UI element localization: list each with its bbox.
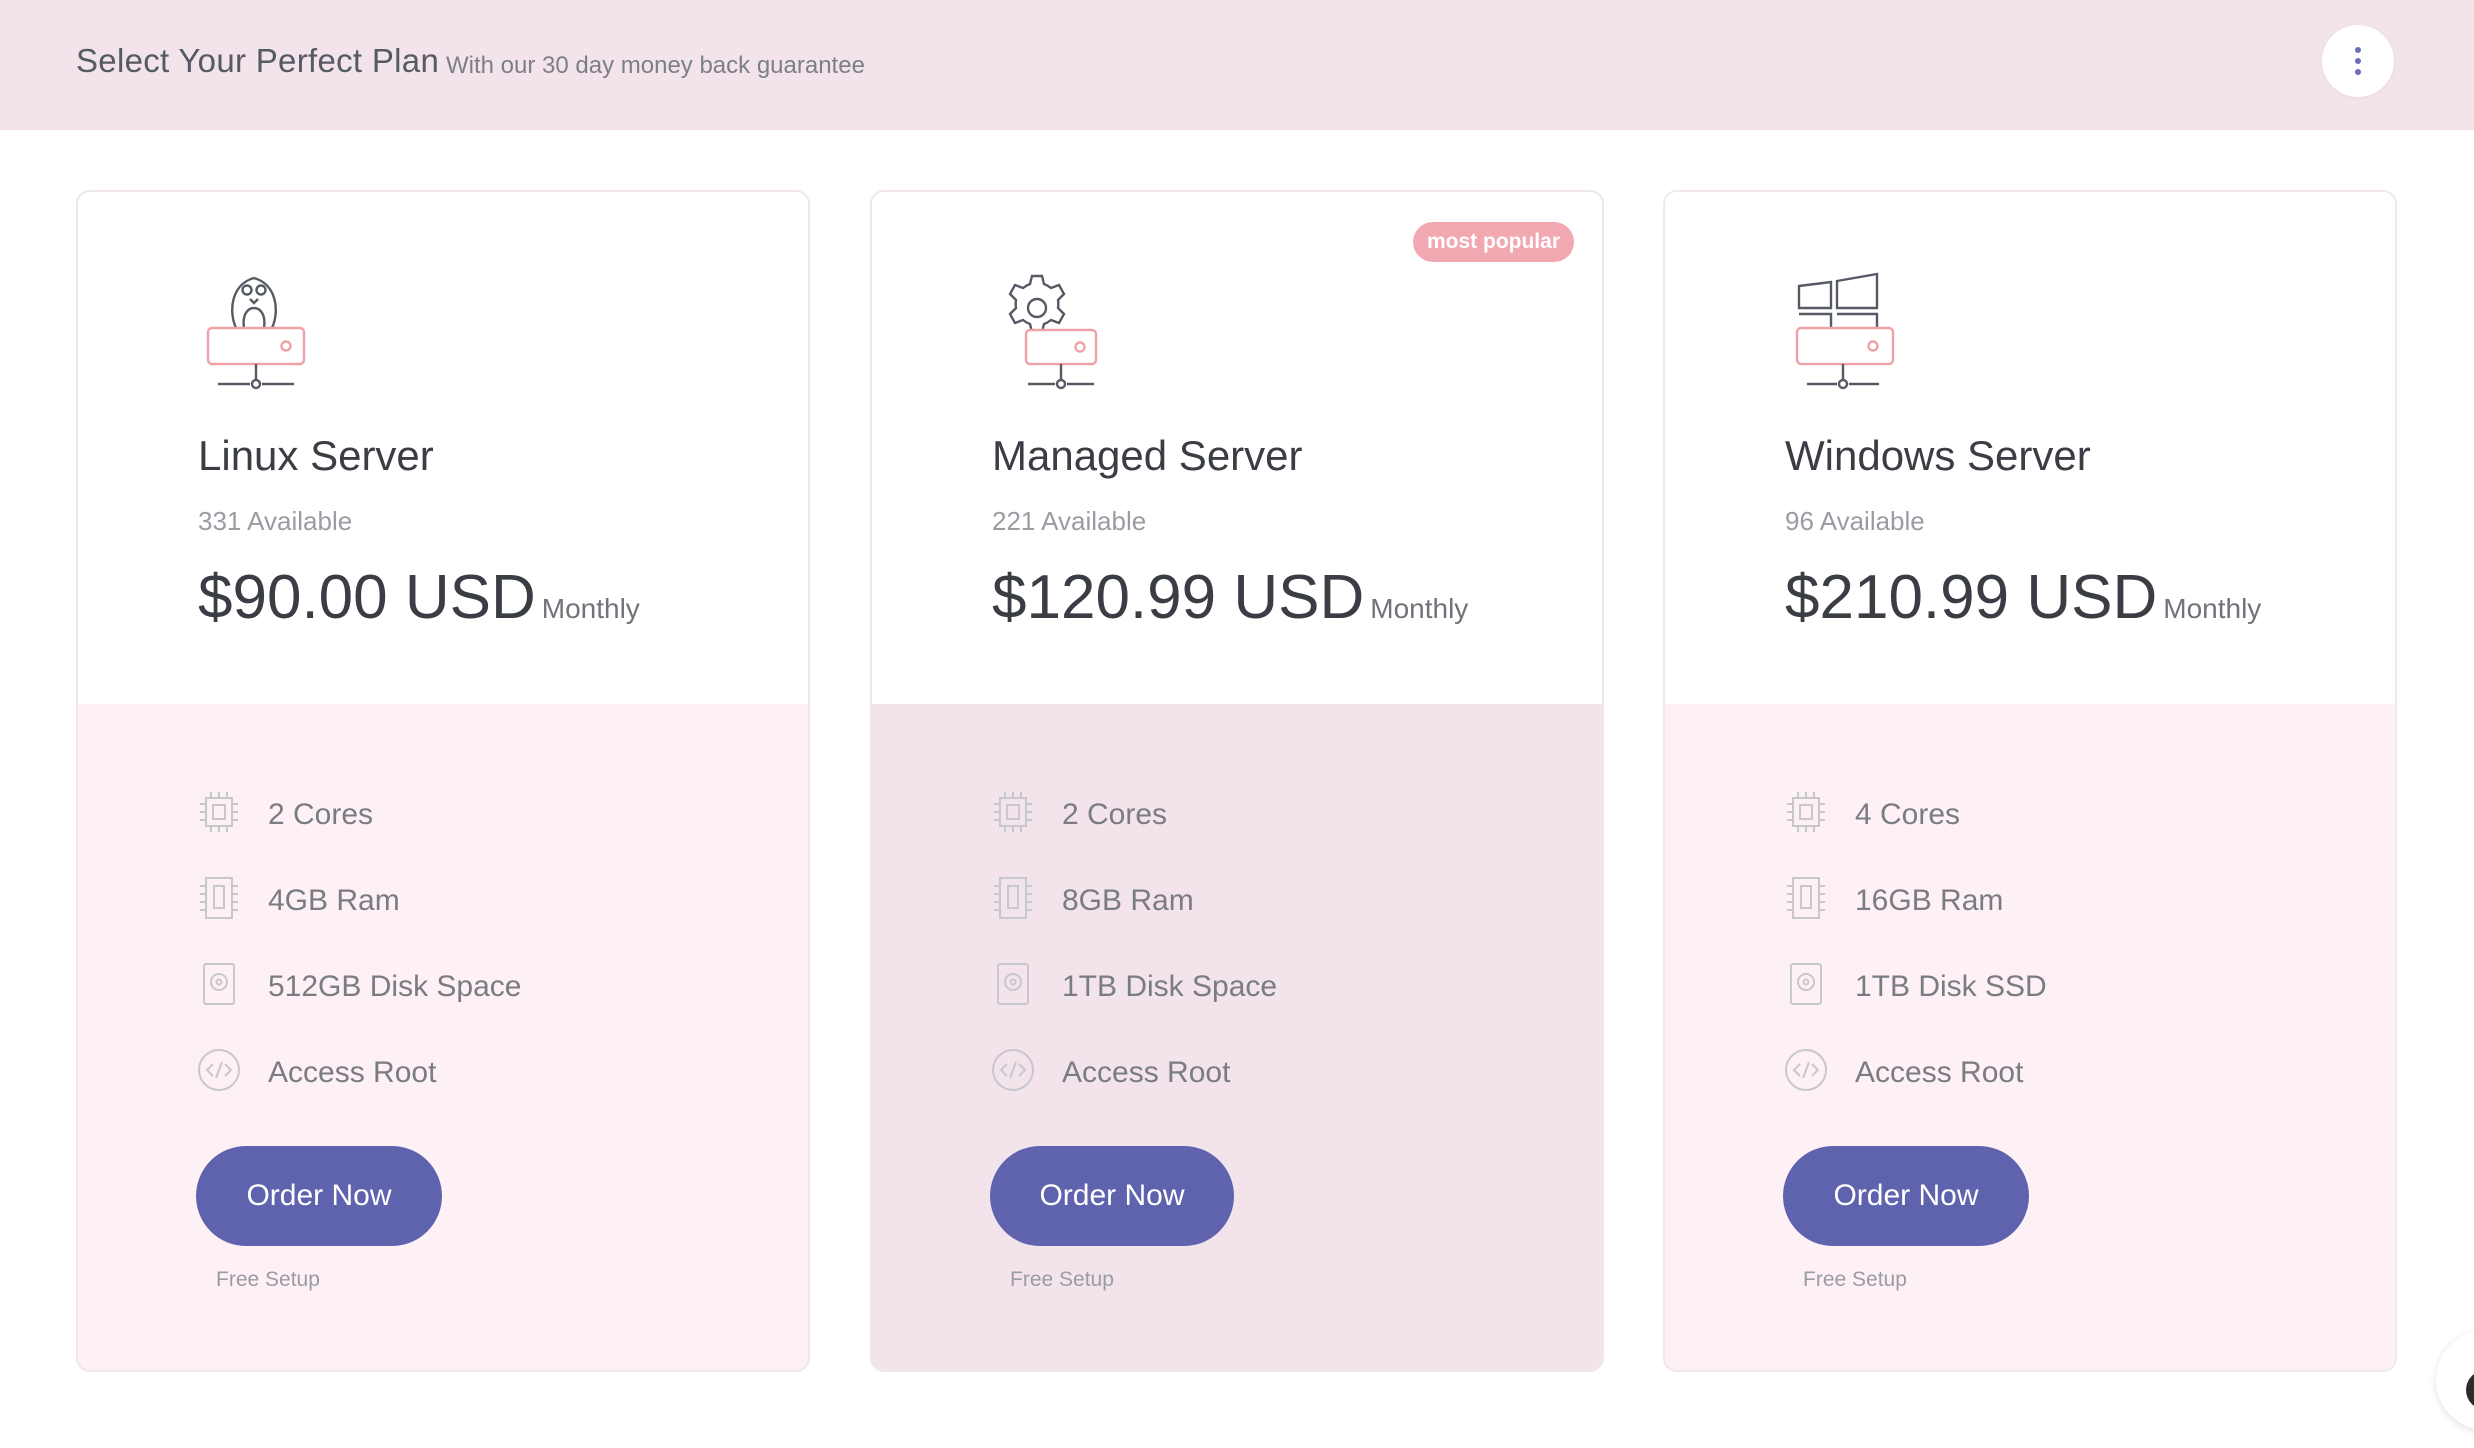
feature-label: 512GB Disk Space bbox=[268, 970, 522, 1003]
billing-period: Monthly bbox=[2163, 593, 2262, 624]
feature-label: 2 Cores bbox=[268, 798, 374, 831]
page-subtitle: With our 30 day money back guarantee bbox=[446, 52, 865, 79]
price: $210.99 USD bbox=[1785, 563, 2158, 632]
chat-launcher-button[interactable] bbox=[2436, 1330, 2474, 1430]
ram-icon bbox=[994, 877, 1032, 919]
billing-period: Monthly bbox=[1370, 593, 1469, 624]
free-setup-note: Free Setup bbox=[1010, 1268, 1114, 1291]
price: $120.99 USD bbox=[992, 563, 1365, 632]
page-header: Select Your Perfect Plan With our 30 day… bbox=[0, 0, 2474, 130]
price-row: $90.00 USD Monthly bbox=[198, 562, 640, 633]
plan-name: Linux Server bbox=[198, 432, 434, 479]
plan-card-header: Linux Server 331 Available $90.00 USD Mon… bbox=[78, 192, 808, 704]
availability-count: 331 Available bbox=[198, 506, 353, 536]
availability-count: 221 Available bbox=[992, 506, 1147, 536]
billing-period: Monthly bbox=[541, 593, 640, 624]
feature-label: 2 Cores bbox=[1062, 798, 1168, 831]
plan-card-windows: Windows Server 96 Available $210.99 USD M… bbox=[1663, 190, 2397, 1372]
kebab-dot bbox=[2355, 69, 2361, 75]
disk-icon bbox=[1790, 963, 1822, 1005]
linux-server-icon bbox=[206, 276, 306, 390]
price-row: $120.99 USD Monthly bbox=[992, 562, 1468, 633]
plan-name: Windows Server bbox=[1785, 432, 2091, 479]
feature-label: Access Root bbox=[1855, 1056, 2024, 1089]
most-popular-badge: most popular bbox=[1412, 222, 1574, 262]
disk-icon bbox=[997, 963, 1029, 1005]
disk-icon bbox=[203, 963, 235, 1005]
kebab-dot bbox=[2355, 58, 2361, 64]
order-now-button[interactable]: Order Now bbox=[990, 1146, 1234, 1246]
feature-label: 8GB Ram bbox=[1062, 884, 1194, 917]
plan-card-linux: Linux Server 331 Available $90.00 USD Mon… bbox=[76, 190, 810, 1372]
availability-count: 96 Available bbox=[1785, 506, 1925, 536]
feature-label: 4 Cores bbox=[1855, 798, 1961, 831]
cpu-icon bbox=[994, 792, 1032, 832]
more-options-button[interactable] bbox=[2322, 25, 2394, 97]
managed-server-icon bbox=[1008, 274, 1098, 390]
plan-card-header: Windows Server 96 Available $210.99 USD M… bbox=[1665, 192, 2395, 704]
ram-icon bbox=[200, 877, 238, 919]
order-now-button[interactable]: Order Now bbox=[1783, 1146, 2029, 1246]
feature-label: 4GB Ram bbox=[268, 884, 400, 917]
code-icon bbox=[198, 1049, 240, 1091]
ram-icon bbox=[1787, 877, 1825, 919]
plan-card-managed: most popular Managed Server 221 Availabl… bbox=[870, 190, 1604, 1372]
feature-label: Access Root bbox=[268, 1056, 437, 1089]
plan-features: 2 Cores 4GB Ram 512GB Disk Space Access … bbox=[78, 704, 808, 1370]
feature-label: 16GB Ram bbox=[1855, 884, 2004, 917]
plan-features: 4 Cores 16GB Ram 1TB Disk SSD Access Roo… bbox=[1665, 704, 2395, 1370]
plan-card-header: most popular Managed Server 221 Availabl… bbox=[872, 192, 1602, 704]
code-icon bbox=[1785, 1049, 1827, 1091]
plan-name: Managed Server bbox=[992, 432, 1303, 479]
free-setup-note: Free Setup bbox=[216, 1268, 320, 1291]
page-title: Select Your Perfect Plan bbox=[76, 42, 440, 79]
feature-label: 1TB Disk Space bbox=[1062, 970, 1278, 1003]
price: $90.00 USD bbox=[198, 563, 536, 632]
chat-launcher-icon bbox=[2466, 1370, 2474, 1410]
kebab-vertical-icon bbox=[2355, 47, 2361, 53]
feature-label: 1TB Disk SSD bbox=[1855, 970, 2047, 1003]
plan-features: 2 Cores 8GB Ram 1TB Disk Space Access Ro… bbox=[872, 704, 1602, 1370]
cpu-icon bbox=[1787, 792, 1825, 832]
price-row: $210.99 USD Monthly bbox=[1785, 562, 2261, 633]
feature-label: Access Root bbox=[1062, 1056, 1231, 1089]
windows-server-icon bbox=[1795, 272, 1895, 390]
cpu-icon bbox=[200, 792, 238, 832]
free-setup-note: Free Setup bbox=[1803, 1268, 1907, 1291]
code-icon bbox=[992, 1049, 1034, 1091]
order-now-button[interactable]: Order Now bbox=[196, 1146, 442, 1246]
